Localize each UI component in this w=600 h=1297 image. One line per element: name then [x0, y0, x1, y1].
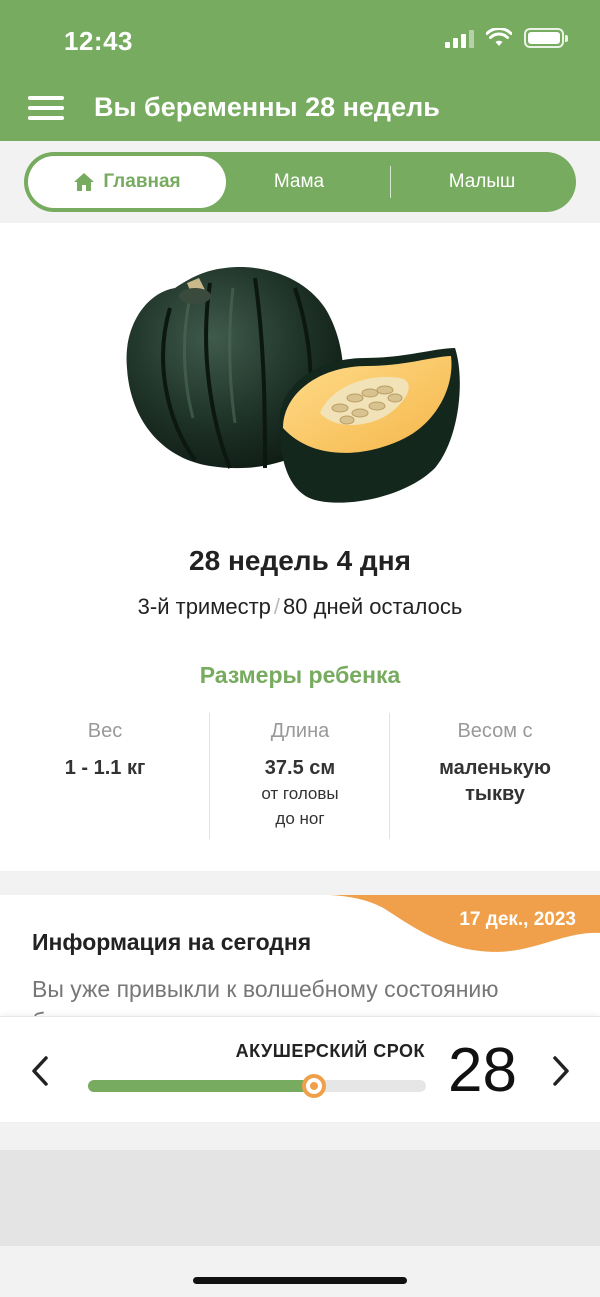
cellular-signal-icon [445, 28, 474, 48]
term-selector: АКУШЕРСКИЙ СРОК 28 [0, 1016, 600, 1122]
info-title: Информация на сегодня [32, 929, 312, 955]
slider-fill [88, 1080, 315, 1092]
weight-value: 1 - 1.1 кг [64, 757, 146, 779]
week-overview-card: 28 недель 4 дня 3-й триместр/80 дней ост… [0, 223, 600, 871]
chevron-right-icon[interactable] [549, 1055, 573, 1087]
status-icons [445, 28, 568, 48]
length-stat: Длина 37.5 см от головы до ног [210, 720, 390, 831]
weight-label: Вес [87, 720, 123, 742]
compare-value-1: маленькую [439, 757, 551, 779]
bottom-placeholder [0, 1150, 600, 1246]
length-value: 37.5 см [264, 757, 336, 779]
trimester-line: 3-й триместр/80 дней осталось [0, 594, 600, 620]
days-left-label: 80 дней осталось [283, 594, 463, 619]
tab-home[interactable]: Главная [28, 156, 226, 208]
compare-label: Весом с [457, 720, 533, 742]
compare-stat: Весом с маленькую тыкву [390, 720, 600, 807]
wifi-icon [486, 28, 512, 46]
length-sub-1: от головы [261, 784, 339, 803]
status-bar: 12:43 [0, 0, 600, 80]
page-title: Вы беременны 28 недель [94, 92, 440, 122]
weight-stat: Вес 1 - 1.1 кг [0, 720, 210, 781]
chevron-left-icon[interactable] [28, 1055, 52, 1087]
separator: / [273, 594, 281, 619]
tab-mama[interactable]: Мама [224, 152, 374, 212]
current-week-number: 28 [448, 1036, 517, 1105]
baby-size-title: Размеры ребенка [199, 662, 401, 688]
length-label: Длина [270, 720, 330, 742]
daily-info-card[interactable]: 17 дек., 2023 Информация на сегодня Вы у… [0, 895, 600, 1025]
slider-knob[interactable] [302, 1074, 327, 1098]
term-label: АКУШЕРСКИЙ СРОК [235, 1041, 425, 1061]
header: 12:43 Вы беременны 28 недель [0, 0, 600, 141]
hamburger-menu-icon[interactable] [28, 94, 64, 122]
home-indicator[interactable] [193, 1277, 407, 1284]
info-date: 17 дек., 2023 [459, 909, 576, 930]
trimester-label: 3-й триместр [137, 594, 271, 619]
segmented-tabs: Главная Мама Малыш [24, 152, 576, 212]
status-time: 12:43 [64, 26, 133, 56]
acorn-squash-image [126, 267, 460, 503]
tabs-container: Главная Мама Малыш [0, 141, 600, 223]
home-icon [74, 173, 95, 191]
app-bar: Вы беременны 28 недель [0, 80, 600, 140]
tab-divider [390, 166, 391, 198]
week-slider[interactable] [88, 1074, 426, 1098]
tab-home-label: Главная [103, 171, 181, 192]
length-sub-2: до ног [275, 809, 325, 828]
compare-value-2: тыкву [465, 783, 525, 805]
weeks-days-label: 28 недель 4 дня [189, 545, 411, 576]
battery-icon [524, 28, 568, 48]
tab-baby[interactable]: Малыш [392, 152, 572, 212]
